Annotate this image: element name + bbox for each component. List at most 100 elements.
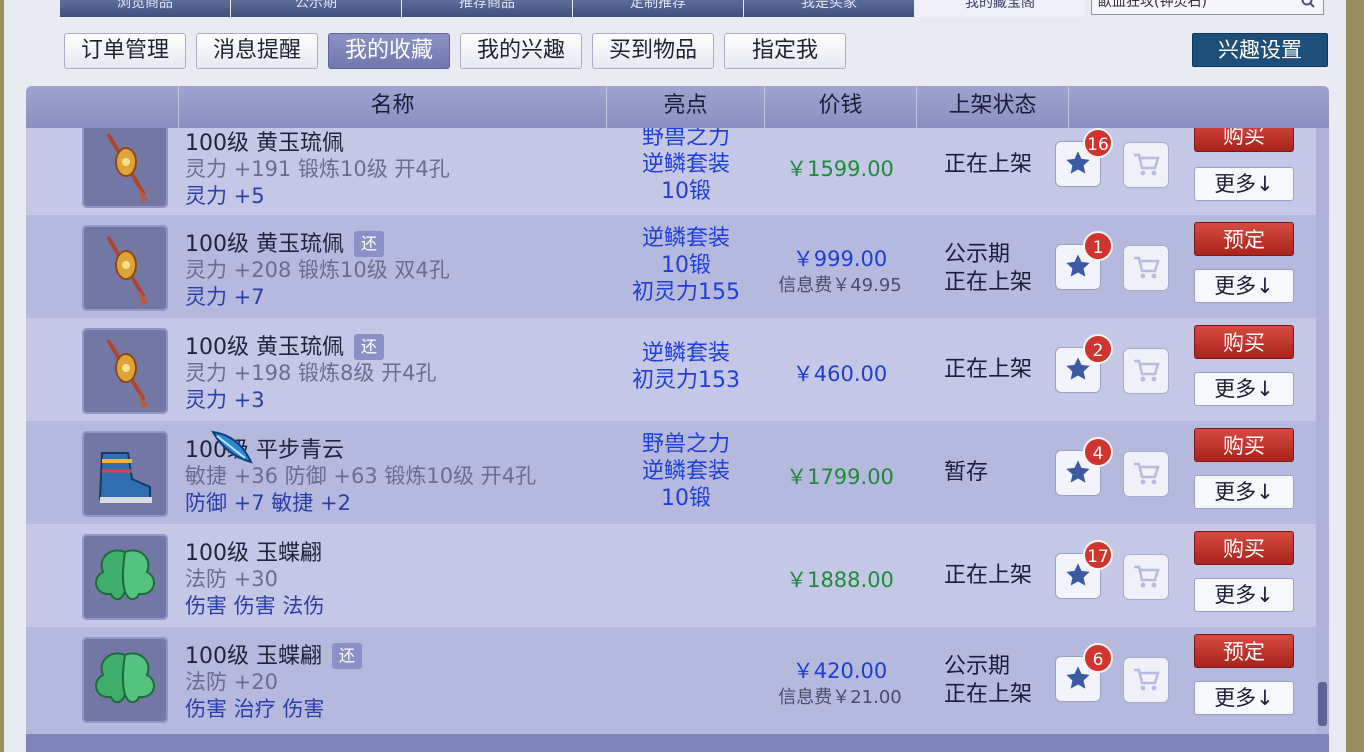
highlight: 10锻 <box>661 179 711 204</box>
table-row: 100级 黄玉琉佩还 灵力 +208 锻炼10级 双4孔 灵力 +7 逆鳞套装 … <box>26 215 1316 318</box>
item-price: ￥1599.00 <box>786 157 894 181</box>
item-price: ￥420.00 <box>792 659 888 683</box>
item-highlights: 野兽之力 逆鳞套装 10锻 <box>606 128 766 205</box>
table-row: 100级 玉蝶翩还 法防 +20 伤害 治疗 伤害 ￥420.00 信息费￥21… <box>26 627 1316 730</box>
favorite-count-badge: 6 <box>1083 643 1113 673</box>
header-name[interactable]: 名称 <box>178 86 606 128</box>
favorite-count-badge: 17 <box>1083 540 1113 570</box>
cart-button[interactable] <box>1123 451 1169 497</box>
purchased-button[interactable]: 买到物品 <box>592 33 714 69</box>
scrollbar-track[interactable] <box>1316 128 1329 752</box>
tab-recommend[interactable]: 推荐商品 <box>402 0 572 17</box>
item-attributes: 法防 +30 <box>185 567 278 591</box>
status-line: 公示期 <box>944 242 1011 267</box>
assigned-to-me-button[interactable]: 指定我 <box>724 33 846 69</box>
cart-button[interactable] <box>1123 142 1169 188</box>
yellow-jade-pendant-icon[interactable] <box>82 128 168 208</box>
item-attributes: 灵力 +191 锻炼10级 开4孔 <box>185 157 450 181</box>
reserve-button[interactable]: 预定 <box>1194 222 1294 256</box>
status-line: 正在上架 <box>944 563 1033 588</box>
tab-custom[interactable]: 定制推荐 <box>573 0 743 17</box>
listing-status: 正在上架 <box>944 356 1032 384</box>
item-price: ￥460.00 <box>792 362 888 386</box>
jade-butterfly-icon[interactable] <box>82 534 168 620</box>
cart-button[interactable] <box>1123 554 1169 600</box>
search-input[interactable]: 歃血狂攻(钟灵石) <box>1091 0 1324 15</box>
highlight: 逆鳞套装 <box>641 341 730 366</box>
table-header: 名称 亮点 价钱 上架状态 <box>26 86 1329 128</box>
item-attributes: 法防 +20 <box>185 670 278 694</box>
info-fee: 信息费￥21.00 <box>778 687 902 708</box>
more-button[interactable]: 更多↓ <box>1194 475 1294 509</box>
status-line: 正在上架 <box>944 270 1033 295</box>
status-line: 正在上架 <box>944 357 1033 382</box>
header-status[interactable]: 上架状态 <box>916 86 1068 128</box>
header-actions <box>1068 86 1316 128</box>
more-button[interactable]: 更多↓ <box>1194 269 1294 303</box>
more-button[interactable]: 更多↓ <box>1194 167 1294 201</box>
item-highlights: 野兽之力 逆鳞套装 10锻 <box>606 431 766 512</box>
search-icon[interactable] <box>1301 0 1315 8</box>
yellow-jade-pendant-icon[interactable] <box>82 328 168 414</box>
listing-status: 公示期 正在上架 <box>944 653 1032 709</box>
interest-settings-button[interactable]: 兴趣设置 <box>1192 33 1328 67</box>
listing-status: 暂存 <box>944 459 988 487</box>
yellow-jade-pendant-icon[interactable] <box>82 225 168 311</box>
table-row: 100级 黄玉琉佩 灵力 +191 锻炼10级 开4孔 灵力 +5 野兽之力 逆… <box>26 128 1316 215</box>
cart-icon <box>1134 359 1160 382</box>
tab-buyer[interactable]: 我是买家 <box>744 0 914 17</box>
boots-icon[interactable] <box>82 431 168 517</box>
cart-icon <box>1134 565 1160 588</box>
item-highlights: 逆鳞套装 初灵力153 <box>606 340 766 394</box>
status-line: 正在上架 <box>944 682 1033 707</box>
item-highlights: 逆鳞套装 10锻 初灵力155 <box>606 225 766 306</box>
cart-icon <box>1134 256 1160 279</box>
cart-button[interactable] <box>1123 657 1169 703</box>
highlight: 逆鳞套装 <box>641 459 730 484</box>
item-bonus: 灵力 +3 <box>185 388 265 412</box>
table-row: 100级 黄玉琉佩还 灵力 +198 锻炼8级 开4孔 灵力 +3 逆鳞套装 初… <box>26 318 1316 421</box>
buy-button[interactable]: 购买 <box>1194 428 1294 462</box>
item-attributes: 灵力 +208 锻炼10级 双4孔 <box>185 258 450 282</box>
tab-browse[interactable]: 浏览商品 <box>60 0 230 17</box>
scrollbar-thumb[interactable] <box>1318 682 1327 726</box>
cart-button[interactable] <box>1123 348 1169 394</box>
favorite-count-badge: 2 <box>1083 334 1113 364</box>
buy-button[interactable]: 购买 <box>1194 531 1294 565</box>
reserve-button[interactable]: 预定 <box>1194 634 1294 668</box>
messages-button[interactable]: 消息提醒 <box>196 33 318 69</box>
status-line: 正在上架 <box>944 152 1033 177</box>
listing-status: 公示期 正在上架 <box>944 241 1032 297</box>
more-button[interactable]: 更多↓ <box>1194 578 1294 612</box>
table-footer <box>26 734 1329 752</box>
header-price[interactable]: 价钱 <box>764 86 916 128</box>
favorite-count-badge: 16 <box>1083 128 1113 158</box>
cart-icon <box>1134 462 1160 485</box>
listing-status: 正在上架 <box>944 562 1032 590</box>
header-highlight[interactable]: 亮点 <box>606 86 764 128</box>
buy-button[interactable]: 购买 <box>1194 128 1294 152</box>
feather-cursor-icon <box>211 430 253 464</box>
item-bonus: 防御 +7 敏捷 +2 <box>185 491 351 515</box>
cart-icon <box>1134 668 1160 691</box>
item-price: ￥999.00 <box>792 247 888 271</box>
cart-button[interactable] <box>1123 245 1169 291</box>
tab-my-treasury[interactable]: 我的藏宝阁 <box>915 0 1085 17</box>
item-bonus: 灵力 +7 <box>185 285 265 309</box>
favorites-table: 名称 亮点 价钱 上架状态 100级 黄玉琉佩 灵力 +191 锻炼10级 开4… <box>26 86 1329 752</box>
buy-button[interactable]: 购买 <box>1194 325 1294 359</box>
interests-button[interactable]: 我的兴趣 <box>460 33 582 69</box>
more-button[interactable]: 更多↓ <box>1194 372 1294 406</box>
status-line: 暂存 <box>944 460 989 485</box>
highlight: 初灵力155 <box>632 280 740 305</box>
highlight: 野兽之力 <box>641 128 730 150</box>
jade-butterfly-icon[interactable] <box>82 637 168 723</box>
orders-button[interactable]: 订单管理 <box>64 33 186 69</box>
table-row: 100级 玉蝶翩 法防 +30 伤害 伤害 法伤 ￥1888.00 正在上架 1… <box>26 524 1316 627</box>
tab-public[interactable]: 公示期 <box>231 0 401 17</box>
listing-status: 正在上架 <box>944 151 1032 179</box>
favorites-button[interactable]: 我的收藏 <box>328 33 450 69</box>
highlight: 逆鳞套装 <box>641 152 730 177</box>
more-button[interactable]: 更多↓ <box>1194 681 1294 715</box>
item-bonus: 伤害 伤害 法伤 <box>185 594 325 618</box>
